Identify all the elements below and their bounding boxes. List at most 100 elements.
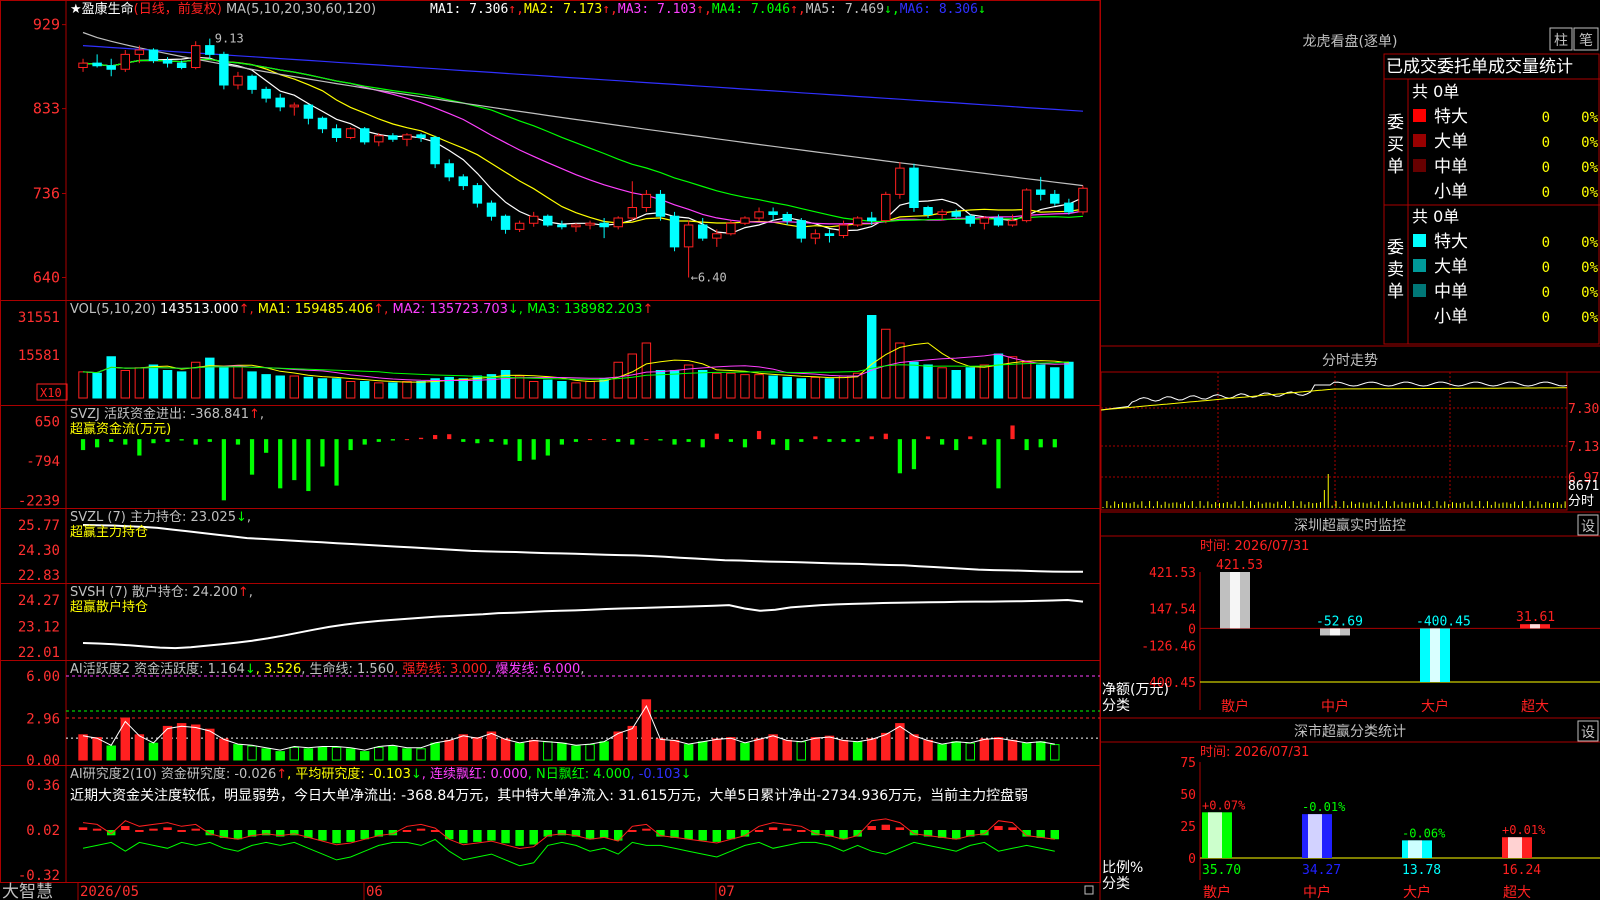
activity-bar[interactable] xyxy=(416,748,426,761)
research-bar[interactable] xyxy=(782,828,792,831)
fund-flow-bar[interactable] xyxy=(306,439,311,492)
fund-flow-bar[interactable] xyxy=(390,439,395,441)
candle[interactable] xyxy=(895,162,905,199)
activity-bar[interactable] xyxy=(951,741,961,761)
candle[interactable] xyxy=(740,216,750,225)
research-bar[interactable] xyxy=(487,830,496,841)
research-bar[interactable] xyxy=(585,830,595,840)
candle[interactable] xyxy=(275,93,285,112)
fund-flow-bar[interactable] xyxy=(841,439,846,442)
activity-bar[interactable] xyxy=(430,742,440,761)
volume-bar[interactable] xyxy=(712,372,722,399)
fund-flow-bar[interactable] xyxy=(756,430,762,440)
activity-bar[interactable] xyxy=(374,746,384,761)
activity-bar[interactable] xyxy=(78,734,88,761)
candle[interactable] xyxy=(402,133,412,147)
fund-flow-bar[interactable] xyxy=(447,434,452,440)
volume-bar[interactable] xyxy=(683,364,694,399)
candle[interactable] xyxy=(796,218,807,243)
candle[interactable] xyxy=(317,116,328,134)
candle[interactable] xyxy=(965,214,976,227)
activity-bar[interactable] xyxy=(655,738,666,761)
activity-bar[interactable] xyxy=(824,735,835,761)
volume-bar[interactable] xyxy=(472,375,483,399)
volume-bar[interactable] xyxy=(768,375,778,399)
fund-flow-bar[interactable] xyxy=(855,439,860,442)
candle[interactable] xyxy=(261,86,271,103)
fund-flow-bar[interactable] xyxy=(1024,439,1029,451)
activity-bar[interactable] xyxy=(1021,742,1032,761)
research-bar[interactable] xyxy=(402,830,412,832)
research-bar[interactable] xyxy=(92,828,102,831)
candle[interactable] xyxy=(824,229,835,243)
chart-canvas[interactable]: 929 833 736 640 9.13 ←6.40 ★盈康生命(日线，前复权) MA(5,… xyxy=(0,0,1600,900)
research-bar[interactable] xyxy=(191,828,200,831)
research-bar[interactable] xyxy=(867,826,876,830)
activity-bar[interactable] xyxy=(261,748,271,761)
candle[interactable] xyxy=(500,214,511,234)
activity-bar[interactable] xyxy=(543,741,553,761)
fund-flow-bar[interactable] xyxy=(376,439,381,442)
activity-bar[interactable] xyxy=(275,751,285,761)
activity-bar[interactable] xyxy=(1007,739,1018,761)
candle[interactable] xyxy=(472,183,483,208)
activity-bar[interactable] xyxy=(740,742,750,761)
research-bar[interactable] xyxy=(163,827,172,830)
activity-bar[interactable] xyxy=(219,738,229,761)
activity-bar[interactable] xyxy=(458,734,469,761)
fund-flow-bar[interactable] xyxy=(278,439,283,489)
volume-bar[interactable] xyxy=(1064,361,1074,399)
volume-bar[interactable] xyxy=(261,374,271,399)
fund-flow-bar[interactable] xyxy=(221,439,226,501)
volume-bar[interactable] xyxy=(416,381,426,399)
activity-bar[interactable] xyxy=(359,751,370,761)
candle[interactable] xyxy=(1078,185,1088,215)
fund-flow-bar[interactable] xyxy=(292,439,297,481)
activity-bar[interactable] xyxy=(1050,744,1060,761)
candle[interactable] xyxy=(359,127,370,145)
research-bar[interactable] xyxy=(754,830,764,832)
volume-bar[interactable] xyxy=(881,328,891,399)
volume-bar[interactable] xyxy=(641,342,652,399)
volume-bar[interactable] xyxy=(895,342,905,399)
activity-bar[interactable] xyxy=(500,738,511,761)
volume-bar[interactable] xyxy=(937,367,947,399)
fund-flow-bar[interactable] xyxy=(235,439,241,445)
candle[interactable] xyxy=(683,220,694,278)
candle[interactable] xyxy=(106,58,116,77)
fund-flow-bar[interactable] xyxy=(968,436,973,440)
activity-bar[interactable] xyxy=(754,738,764,761)
research-bar[interactable] xyxy=(473,830,482,842)
volume-bar[interactable] xyxy=(219,367,229,399)
candle[interactable] xyxy=(345,127,356,140)
fund-flow-bar[interactable] xyxy=(982,439,987,445)
candle[interactable] xyxy=(881,191,891,224)
volume-bar[interactable] xyxy=(979,364,990,399)
activity-bar[interactable] xyxy=(233,744,243,761)
candle[interactable] xyxy=(388,133,398,142)
research-bar[interactable] xyxy=(121,826,130,830)
fund-flow-bar[interactable] xyxy=(264,439,269,453)
volume-bar[interactable] xyxy=(909,361,919,399)
fund-flow-bar[interactable] xyxy=(123,439,128,445)
research-bar[interactable] xyxy=(332,830,341,844)
volume-bar[interactable] xyxy=(599,378,609,399)
svsh-line[interactable] xyxy=(82,598,1084,650)
fund-flow-bar[interactable] xyxy=(1010,425,1015,440)
fund-flow-bar[interactable] xyxy=(897,439,902,474)
volume-bar[interactable] xyxy=(754,374,764,399)
candle[interactable] xyxy=(669,211,680,252)
research-bar[interactable] xyxy=(613,830,623,841)
activity-bar[interactable] xyxy=(176,723,187,761)
activity-bar[interactable] xyxy=(289,746,300,761)
activity-bar[interactable] xyxy=(796,741,807,761)
activity-bar[interactable] xyxy=(486,731,497,761)
candle[interactable] xyxy=(219,51,229,90)
volume-bar[interactable] xyxy=(514,375,525,399)
fund-flow-bar[interactable] xyxy=(813,436,818,440)
activity-bar[interactable] xyxy=(683,744,694,761)
fund-flow-bar[interactable] xyxy=(742,439,748,448)
candle[interactable] xyxy=(486,200,497,221)
volume-bar[interactable] xyxy=(697,370,708,399)
volume-bar[interactable] xyxy=(331,378,342,399)
